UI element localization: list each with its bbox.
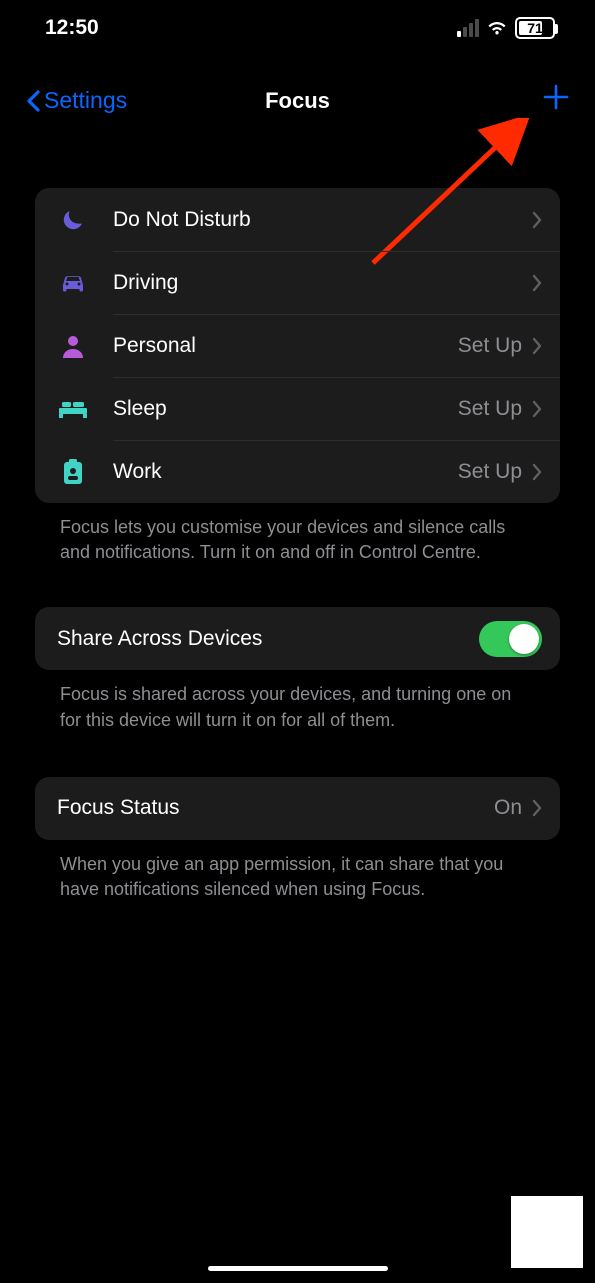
- cell-label: Focus Status: [57, 796, 494, 820]
- focus-mode-sleep[interactable]: Sleep Set Up: [35, 377, 560, 440]
- chevron-right-icon: [532, 211, 542, 229]
- chevron-right-icon: [532, 274, 542, 292]
- overlay-square: [511, 1196, 583, 1268]
- cell-trail: Set Up: [458, 397, 522, 421]
- share-footer: Focus is shared across your devices, and…: [35, 670, 560, 732]
- plus-icon: [543, 84, 569, 110]
- focus-status-row[interactable]: Focus Status On: [35, 777, 560, 840]
- cell-label: Sleep: [113, 397, 458, 421]
- focus-mode-dnd[interactable]: Do Not Disturb: [35, 188, 560, 251]
- status-bar: 12:50 71: [0, 0, 595, 55]
- status-right: 71: [457, 17, 555, 39]
- chevron-right-icon: [532, 400, 542, 418]
- focus-mode-personal[interactable]: Personal Set Up: [35, 314, 560, 377]
- focus-modes-group: Do Not Disturb Driving Personal Set Up: [35, 188, 560, 503]
- cell-label: Driving: [113, 271, 522, 295]
- cell-trail: Set Up: [458, 460, 522, 484]
- nav-bar: Settings Focus: [0, 73, 595, 128]
- cell-label: Personal: [113, 334, 458, 358]
- cellular-icon: [457, 19, 479, 37]
- cell-label: Do Not Disturb: [113, 208, 522, 232]
- focus-mode-driving[interactable]: Driving: [35, 251, 560, 314]
- chevron-right-icon: [532, 463, 542, 481]
- wifi-icon: [486, 20, 508, 36]
- share-across-devices-row: Share Across Devices: [35, 607, 560, 670]
- focus-modes-footer: Focus lets you customise your devices an…: [35, 503, 560, 565]
- share-toggle[interactable]: [479, 621, 542, 657]
- focus-mode-work[interactable]: Work Set Up: [35, 440, 560, 503]
- status-time: 12:50: [45, 16, 99, 40]
- chevron-left-icon: [26, 90, 40, 112]
- cell-label: Work: [113, 460, 458, 484]
- share-group: Share Across Devices: [35, 607, 560, 670]
- cell-trail: On: [494, 796, 522, 820]
- add-button[interactable]: [543, 84, 569, 118]
- back-label: Settings: [44, 87, 127, 114]
- badge-icon: [57, 459, 89, 485]
- battery-icon: 71: [515, 17, 555, 39]
- person-icon: [57, 334, 89, 358]
- cell-trail: Set Up: [458, 334, 522, 358]
- chevron-right-icon: [532, 337, 542, 355]
- car-icon: [57, 272, 89, 294]
- back-button[interactable]: Settings: [26, 87, 127, 114]
- cell-label: Share Across Devices: [57, 627, 479, 651]
- bed-icon: [57, 399, 89, 419]
- home-indicator: [208, 1266, 388, 1271]
- focus-status-group: Focus Status On: [35, 777, 560, 840]
- focus-status-footer: When you give an app permission, it can …: [35, 840, 560, 902]
- moon-icon: [57, 207, 89, 233]
- chevron-right-icon: [532, 799, 542, 817]
